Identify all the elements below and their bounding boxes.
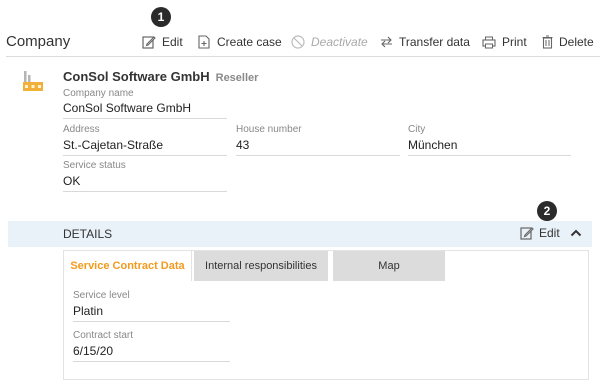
company-type-badge: Reseller	[215, 72, 259, 84]
transfer-data-button[interactable]: Transfer data	[380, 34, 470, 50]
service-level-field[interactable]: Platin	[73, 304, 230, 322]
city-label: City	[408, 124, 426, 135]
page-title: Company	[6, 33, 71, 50]
details-edit-label: Edit	[539, 226, 560, 240]
callout-badge-1: 1	[151, 7, 171, 27]
deactivate-button[interactable]: Deactivate	[291, 34, 368, 50]
deactivate-icon	[291, 35, 305, 49]
house-number-label: House number	[236, 124, 302, 135]
address-field[interactable]: St.-Cajetan-Straße	[63, 138, 227, 156]
details-edit-button[interactable]: Edit	[520, 226, 560, 240]
service-status-label: Service status	[63, 160, 126, 171]
callout-badge-2: 2	[537, 201, 557, 221]
edit-icon	[142, 36, 156, 49]
transfer-data-label: Transfer data	[399, 35, 470, 49]
delete-label: Delete	[559, 35, 594, 49]
chevron-up-icon[interactable]	[570, 228, 582, 238]
trash-icon	[542, 35, 553, 49]
tab-internal-responsibilities[interactable]: Internal responsibilities	[194, 251, 328, 281]
deactivate-label: Deactivate	[311, 35, 368, 49]
city-field[interactable]: München	[408, 138, 571, 156]
house-number-field[interactable]: 43	[236, 138, 400, 156]
factory-icon	[23, 71, 43, 91]
tab-map[interactable]: Map	[333, 251, 445, 281]
create-case-button[interactable]: Create case	[198, 34, 282, 50]
print-icon	[482, 36, 496, 48]
company-name-label: Company name	[63, 88, 134, 99]
company-name-heading: ConSol Software GmbH	[63, 69, 210, 84]
edit-label: Edit	[162, 35, 183, 49]
company-heading: ConSol Software GmbH Reseller	[63, 69, 258, 84]
print-button[interactable]: Print	[482, 34, 527, 50]
edit-button[interactable]: Edit	[142, 34, 183, 50]
edit-icon	[520, 227, 534, 240]
company-name-field[interactable]: ConSol Software GmbH	[63, 101, 227, 119]
service-status-field[interactable]: OK	[63, 174, 227, 192]
contract-start-field[interactable]: 6/15/20	[73, 344, 230, 362]
create-case-icon	[198, 35, 210, 49]
print-label: Print	[502, 35, 527, 49]
details-title: DETAILS	[63, 227, 113, 241]
toolbar-divider	[6, 56, 600, 57]
transfer-icon	[381, 36, 392, 48]
service-level-label: Service level	[73, 290, 130, 301]
address-label: Address	[63, 124, 100, 135]
delete-button[interactable]: Delete	[542, 34, 594, 50]
create-case-label: Create case	[217, 35, 282, 49]
tab-service-contract-data[interactable]: Service Contract Data	[64, 251, 192, 281]
contract-start-label: Contract start	[73, 330, 134, 341]
